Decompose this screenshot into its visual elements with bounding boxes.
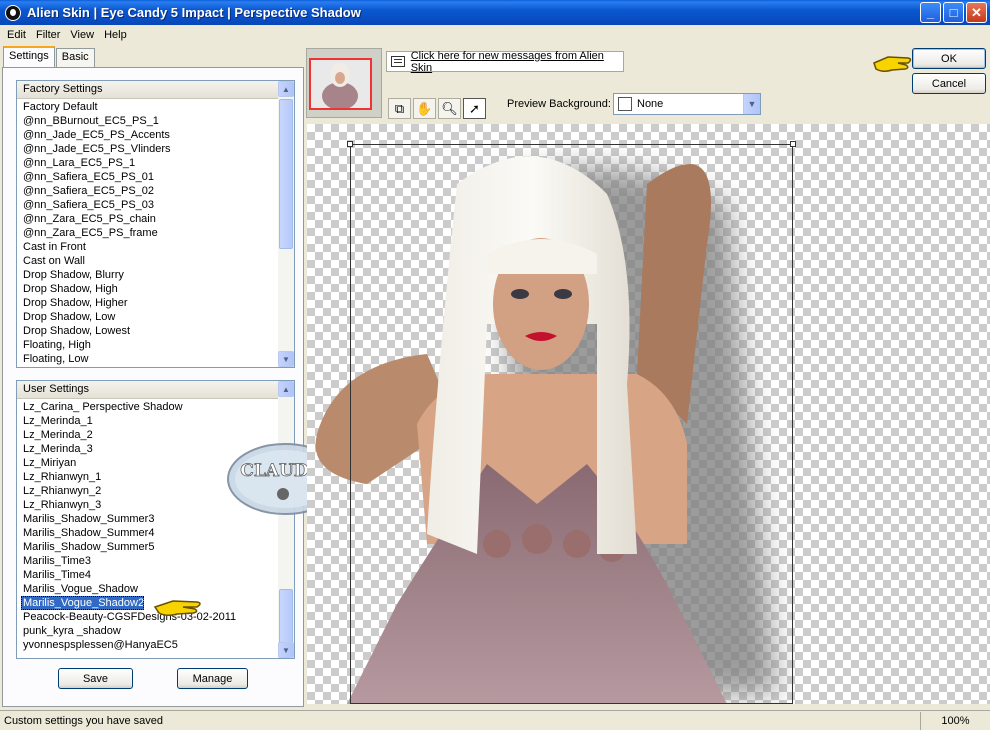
list-item[interactable]: Marilis_Shadow_Summer5 (17, 540, 278, 554)
status-bar: Custom settings you have saved 100% (0, 710, 990, 730)
list-item[interactable]: @nn_Safiera_EC5_PS_01 (17, 170, 278, 184)
list-item[interactable]: @nn_BBurnout_EC5_PS_1 (17, 114, 278, 128)
preview-background-label: Preview Background: (507, 98, 611, 110)
list-item[interactable]: Marilis_Vogue_Shadow (17, 582, 278, 596)
list-item[interactable]: @nn_Jade_EC5_PS_Vlinders (17, 142, 278, 156)
resize-handle[interactable] (347, 141, 353, 147)
settings-tabs: Settings Basic (3, 46, 96, 67)
factory-settings-list[interactable]: Factory Default @nn_BBurnout_EC5_PS_1 @nn_… (17, 100, 278, 367)
list-item[interactable]: @nn_Zara_EC5_PS_chain (17, 212, 278, 226)
scroll-down-icon[interactable]: ▼ (278, 351, 294, 367)
factory-scrollbar[interactable]: ▲ ▼ (278, 81, 294, 367)
scroll-thumb[interactable] (279, 99, 293, 249)
user-scrollbar[interactable]: ▲ ▼ (278, 381, 294, 658)
list-item[interactable]: Drop Shadow, High (17, 282, 278, 296)
list-item[interactable]: Drop Shadow, Lowest (17, 324, 278, 338)
list-item[interactable]: Drop Shadow, Higher (17, 296, 278, 310)
list-item[interactable]: Marilis_Time4 (17, 568, 278, 582)
preview-toolbar: ⧉ ✋ 🔍︎ ➚ (388, 98, 486, 119)
pointing-hand-icon (873, 56, 912, 73)
list-item[interactable]: Marilis_Time3 (17, 554, 278, 568)
ok-button[interactable]: OK (912, 48, 986, 69)
list-item[interactable]: yvonnespsplessen@HanyaEC5 (17, 638, 278, 652)
list-item[interactable]: @nn_Jade_EC5_PS_Accents (17, 128, 278, 142)
hand-icon[interactable]: ✋ (413, 98, 436, 119)
menu-filter[interactable]: Filter (31, 29, 65, 41)
message-icon (391, 56, 405, 67)
factory-settings-group: Factory Settings Factory Default @nn_BBur… (16, 80, 295, 368)
compare-icon[interactable]: ⧉ (388, 98, 411, 119)
preview-background-select[interactable]: None ▼ (613, 93, 761, 115)
list-item[interactable]: Lz_Merinda_1 (17, 414, 278, 428)
messages-link[interactable]: Click here for new messages from Alien S… (411, 50, 623, 74)
zoom-level: 100% (920, 711, 990, 730)
list-item[interactable]: Floating, Low (17, 352, 278, 366)
factory-settings-header: Factory Settings (17, 81, 294, 99)
preview-background-value: None (637, 98, 664, 110)
navigator-view-rect[interactable] (309, 58, 372, 110)
resize-handle[interactable] (790, 141, 796, 147)
manage-button[interactable]: Manage (177, 668, 248, 689)
list-item[interactable]: Peacock-Beauty-CGSFDesigns-03-02-2011 (17, 610, 278, 624)
pointing-hand-icon (153, 600, 201, 617)
menu-view[interactable]: View (65, 29, 99, 41)
list-item[interactable]: @nn_Safiera_EC5_PS_02 (17, 184, 278, 198)
list-item[interactable]: Factory Default (17, 100, 278, 114)
settings-panel: Factory Settings Factory Default @nn_BBur… (2, 67, 343, 707)
chevron-down-icon[interactable]: ▼ (743, 94, 760, 114)
list-item[interactable]: Drop Shadow, Blurry (17, 268, 278, 282)
list-item[interactable]: @nn_Zara_EC5_PS_frame (17, 226, 278, 240)
title-bar: Alien Skin | Eye Candy 5 Impact | Perspe… (0, 0, 990, 25)
list-item[interactable]: Cast in Front (17, 240, 278, 254)
list-item[interactable]: Cast on Wall (17, 254, 278, 268)
selection-bounds[interactable] (347, 141, 796, 704)
alien-skin-icon (5, 4, 21, 21)
user-settings-header: User Settings (17, 381, 294, 399)
close-button[interactable]: ✕ (966, 2, 987, 23)
background-swatch (618, 97, 632, 111)
menu-edit[interactable]: Edit (2, 29, 31, 41)
tab-basic[interactable]: Basic (55, 48, 95, 67)
list-item[interactable]: Marilis_Shadow_Summer4 (17, 526, 278, 540)
list-item[interactable]: Marilis_Vogue_Shadow2 (21, 596, 145, 610)
pointer-icon[interactable]: ➚ (463, 98, 486, 119)
list-item[interactable]: @nn_Safiera_EC5_PS_03 (17, 198, 278, 212)
scroll-up-icon[interactable]: ▲ (278, 81, 294, 97)
list-item[interactable]: Floating, High (17, 338, 278, 352)
window-title: Alien Skin | Eye Candy 5 Impact | Perspe… (27, 5, 361, 20)
cancel-button[interactable]: Cancel (912, 73, 986, 94)
list-item[interactable]: Drop Shadow, Low (17, 310, 278, 324)
list-item[interactable]: punk_kyra _shadow (17, 624, 278, 638)
tab-settings[interactable]: Settings (3, 46, 55, 67)
scroll-down-icon[interactable]: ▼ (278, 642, 294, 658)
list-item[interactable]: Lz_Carina_ Perspective Shadow (17, 400, 278, 414)
save-button[interactable]: Save (58, 668, 133, 689)
minimize-button[interactable]: _ (920, 2, 941, 23)
navigator-thumbnail[interactable] (306, 48, 382, 118)
scroll-thumb[interactable] (279, 589, 293, 643)
messages-box[interactable]: Click here for new messages from Alien S… (386, 50, 624, 74)
scroll-up-icon[interactable]: ▲ (278, 381, 294, 397)
status-text: Custom settings you have saved (4, 714, 163, 727)
zoom-icon[interactable]: 🔍︎ (438, 98, 461, 119)
maximize-button[interactable]: □ (943, 2, 964, 23)
user-settings-list[interactable]: Lz_Carina_ Perspective Shadow Lz_Merinda_… (17, 400, 278, 658)
list-item[interactable]: @nn_Lara_EC5_PS_1 (17, 156, 278, 170)
preview-canvas[interactable] (307, 124, 990, 704)
menu-help[interactable]: Help (99, 29, 132, 41)
menu-bar: Edit Filter View Help (0, 25, 990, 44)
